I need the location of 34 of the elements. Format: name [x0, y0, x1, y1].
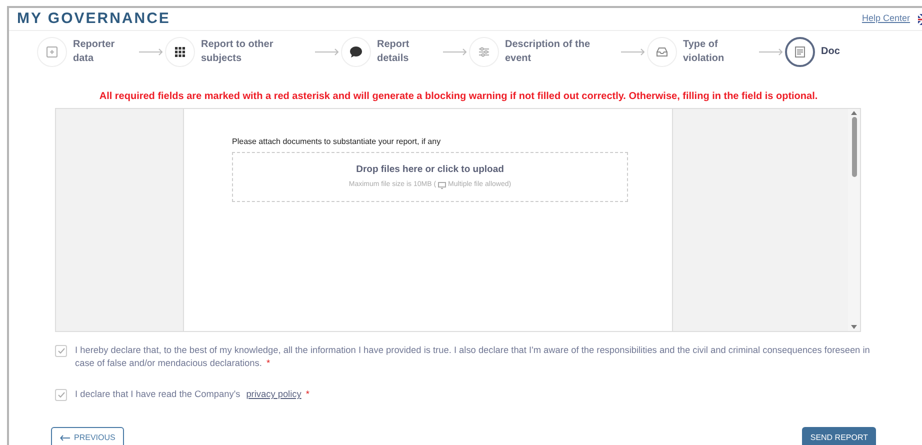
arrow-right-icon	[621, 48, 645, 56]
step-label[interactable]: Report details	[377, 38, 441, 66]
required-fields-warning: All required fields are marked with a red asterisk and will generate a blocking warning if not filled out correctly. Otherwise, filling in the field is optional.	[98, 90, 819, 104]
step-label[interactable]: Type of violation	[683, 38, 757, 66]
previous-button[interactable]: PREVIOUS	[51, 427, 124, 445]
arrow-right-icon	[443, 48, 467, 56]
scroll-down-icon[interactable]	[851, 325, 857, 329]
scrollbar-thumb[interactable]	[852, 117, 856, 177]
arrow-right-icon	[759, 48, 783, 56]
step-label[interactable]: Report to other subjects	[201, 38, 301, 66]
check-icon	[58, 392, 64, 398]
step-label[interactable]: Doc	[821, 44, 840, 58]
arrow-right-icon	[139, 48, 163, 56]
checkbox[interactable]	[55, 389, 67, 401]
declaration-text: I declare that I have read the Company's privacy policy *	[75, 388, 310, 401]
step-label[interactable]: Reporter data	[73, 38, 137, 66]
step-indicator[interactable]	[785, 36, 815, 66]
form-icon	[44, 44, 60, 60]
speech-bubble-icon	[348, 44, 364, 60]
privacy-policy-link[interactable]: privacy policy	[246, 389, 302, 399]
scrollbar[interactable]	[848, 109, 860, 331]
help-center-link[interactable]: Help Center	[862, 12, 910, 26]
document-icon	[792, 44, 808, 60]
scroll-up-icon[interactable]	[851, 111, 857, 115]
send-report-button[interactable]: SEND REPORT	[802, 427, 876, 445]
app-title: MY GOVERNANCE	[17, 8, 170, 29]
attach-instruction: Please attach documents to substantiate your report, if any	[232, 136, 442, 148]
arrow-right-icon	[315, 48, 339, 56]
monitor-icon	[438, 182, 446, 190]
check-icon	[58, 348, 64, 354]
step-label[interactable]: Description of the event	[505, 38, 605, 66]
declaration-text: I hereby declare that, to the best of my knowledge, all the information I have provided is true. I also declare that I'm aware of the responsibilities and the civil and criminal consequences foreseen in case of false and/or mendacious declarations. *	[75, 344, 871, 370]
checkbox[interactable]	[55, 345, 67, 357]
arrow-left-icon	[60, 435, 70, 441]
